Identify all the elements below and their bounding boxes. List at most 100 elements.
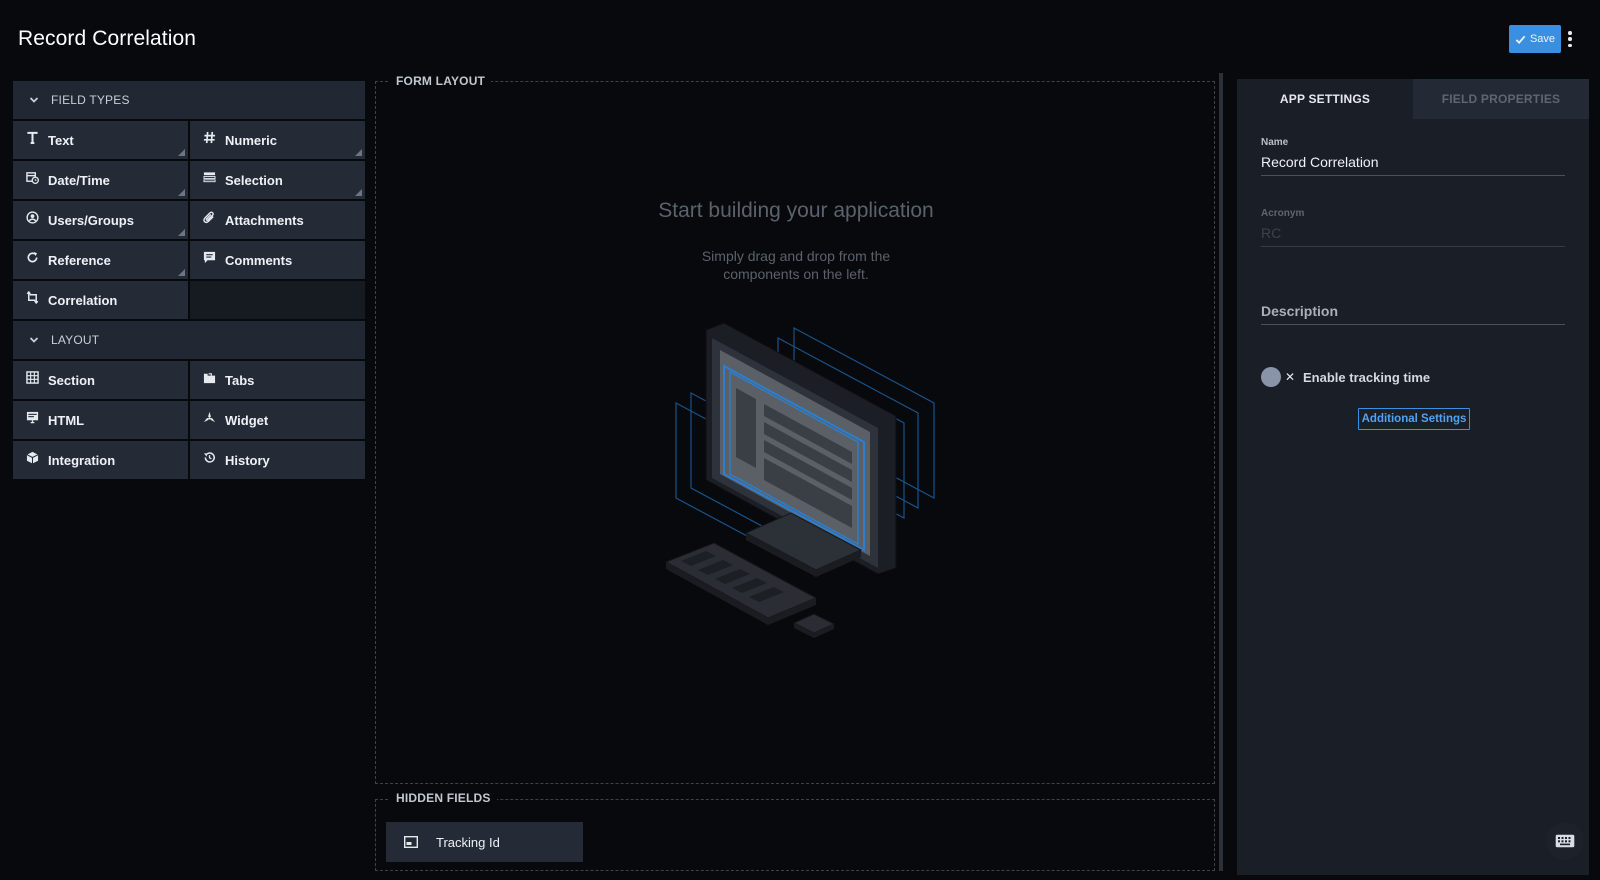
acronym-input[interactable]: RC xyxy=(1261,225,1565,247)
layout-grid: Section Tabs HTML Widget Integration His… xyxy=(13,361,365,479)
history-icon xyxy=(202,451,216,465)
form-layout-dropzone[interactable]: Start building your application Simply d… xyxy=(375,81,1215,784)
tracking-time-label: Enable tracking time xyxy=(1303,369,1431,385)
resize-corner xyxy=(178,229,185,236)
empty-state-line-1: Simply drag and drop from the xyxy=(701,248,891,264)
field-type-label: Selection xyxy=(225,172,283,188)
field-type-label: Date/Time xyxy=(48,172,110,188)
acronym-field[interactable]: Acronym RC xyxy=(1261,208,1565,247)
tracking-time-row: ✕ Enable tracking time xyxy=(1261,367,1430,387)
name-label: Name xyxy=(1261,137,1289,148)
settings-panel: APP SETTINGS FIELD PROPERTIES Name Recor… xyxy=(1237,79,1589,875)
hidden-field-tracking-id[interactable]: Tracking Id xyxy=(386,822,583,862)
resize-corner xyxy=(178,149,185,156)
hash-icon xyxy=(202,131,216,145)
name-input[interactable]: Record Correlation xyxy=(1261,154,1565,176)
layout-tabs[interactable]: Tabs xyxy=(190,361,365,399)
layout-header[interactable]: LAYOUT xyxy=(13,321,365,359)
chevron-down-icon xyxy=(29,97,39,103)
vertical-scrollbar[interactable] xyxy=(1219,73,1223,871)
layout-widget[interactable]: Widget xyxy=(190,401,365,439)
field-type-label: Correlation xyxy=(48,292,118,308)
field-type-comments[interactable]: Comments xyxy=(190,241,365,279)
keyboard-icon xyxy=(1555,834,1575,848)
description-field[interactable]: Description xyxy=(1261,303,1565,325)
calendar-clock-icon xyxy=(25,171,39,185)
field-type-text[interactable]: Text xyxy=(13,121,188,159)
layout-html[interactable]: HTML xyxy=(13,401,188,439)
resize-corner xyxy=(355,189,362,196)
field-type-numeric[interactable]: Numeric xyxy=(190,121,365,159)
more-options-icon[interactable] xyxy=(1566,29,1574,49)
field-type-label: Users/Groups xyxy=(48,212,134,228)
chevron-down-icon xyxy=(29,337,39,343)
field-type-label: Reference xyxy=(48,252,111,268)
resize-corner xyxy=(178,269,185,276)
save-label: Save xyxy=(1529,33,1556,45)
hidden-field-label: Tracking Id xyxy=(436,834,500,850)
cube-icon xyxy=(25,451,39,465)
field-type-selection[interactable]: Selection xyxy=(190,161,365,199)
layout-label: LAYOUT xyxy=(51,333,100,347)
layout-label: History xyxy=(225,452,270,468)
layout-label: Section xyxy=(48,372,95,388)
field-type-correlation[interactable]: Correlation xyxy=(13,281,188,319)
save-button[interactable]: Save xyxy=(1509,25,1561,53)
user-circle-icon xyxy=(25,211,39,225)
field-type-label: Comments xyxy=(225,252,293,268)
computer-illustration xyxy=(664,322,935,638)
tracking-time-toggle[interactable]: ✕ xyxy=(1261,367,1299,387)
field-types-grid: Text Numeric Date/Time Selection Users/G… xyxy=(13,121,365,319)
list-icon xyxy=(202,171,216,185)
widget-icon xyxy=(202,411,216,425)
resize-corner xyxy=(355,149,362,156)
comment-icon xyxy=(202,251,216,265)
toggle-knob xyxy=(1261,367,1281,387)
field-type-label: Attachments xyxy=(225,212,304,228)
field-type-attachments[interactable]: Attachments xyxy=(190,201,365,239)
text-icon xyxy=(25,131,39,145)
close-icon: ✕ xyxy=(1285,370,1296,384)
resize-corner xyxy=(178,189,185,196)
layout-label: Integration xyxy=(48,452,116,468)
field-types-label: FIELD TYPES xyxy=(51,93,130,107)
field-type-users-groups[interactable]: Users/Groups xyxy=(13,201,188,239)
layout-section[interactable]: Section xyxy=(13,361,188,399)
paperclip-icon xyxy=(202,211,216,225)
field-types-header[interactable]: FIELD TYPES xyxy=(13,81,365,119)
name-field[interactable]: Name Record Correlation xyxy=(1261,137,1565,176)
top-bar: Record Correlation Save xyxy=(0,0,1600,78)
hidden-fields-label: HIDDEN FIELDS xyxy=(390,791,497,805)
keyboard-shortcuts-button[interactable] xyxy=(1546,822,1584,860)
layout-label: Tabs xyxy=(225,372,255,388)
hidden-fields-zone[interactable]: Tracking Id xyxy=(375,799,1215,871)
field-type-label: Numeric xyxy=(225,132,278,148)
components-palette: FIELD TYPES Text Numeric Date/Time Selec… xyxy=(13,81,365,481)
refresh-icon xyxy=(25,251,39,265)
layout-label: HTML xyxy=(48,412,85,428)
page-title: Record Correlation xyxy=(18,27,197,50)
tab-field-properties[interactable]: FIELD PROPERTIES xyxy=(1413,79,1589,119)
description-input[interactable]: Description xyxy=(1261,303,1565,325)
tab-app-settings[interactable]: APP SETTINGS xyxy=(1237,79,1413,119)
empty-slot xyxy=(190,281,365,319)
html-icon xyxy=(25,411,39,425)
layout-history[interactable]: History xyxy=(190,441,365,479)
empty-state-subtitle: Simply drag and drop from the components… xyxy=(376,247,1216,283)
form-layout-label: FORM LAYOUT xyxy=(390,74,492,88)
field-type-reference[interactable]: Reference xyxy=(13,241,188,279)
correlation-icon xyxy=(25,291,39,305)
empty-state-title: Start building your application xyxy=(658,199,934,222)
additional-settings-button[interactable]: Additional Settings xyxy=(1358,408,1470,430)
field-type-datetime[interactable]: Date/Time xyxy=(13,161,188,199)
empty-state-line-2: components on the left. xyxy=(723,266,869,282)
layout-label: Widget xyxy=(225,412,269,428)
field-type-label: Text xyxy=(48,132,74,148)
acronym-label: Acronym xyxy=(1261,208,1305,219)
tabs-icon xyxy=(202,371,216,385)
checkmark-icon xyxy=(1515,35,1526,44)
settings-tabs: APP SETTINGS FIELD PROPERTIES xyxy=(1237,79,1589,119)
layout-integration[interactable]: Integration xyxy=(13,441,188,479)
grid-icon xyxy=(25,371,39,385)
tracking-icon xyxy=(404,836,418,848)
